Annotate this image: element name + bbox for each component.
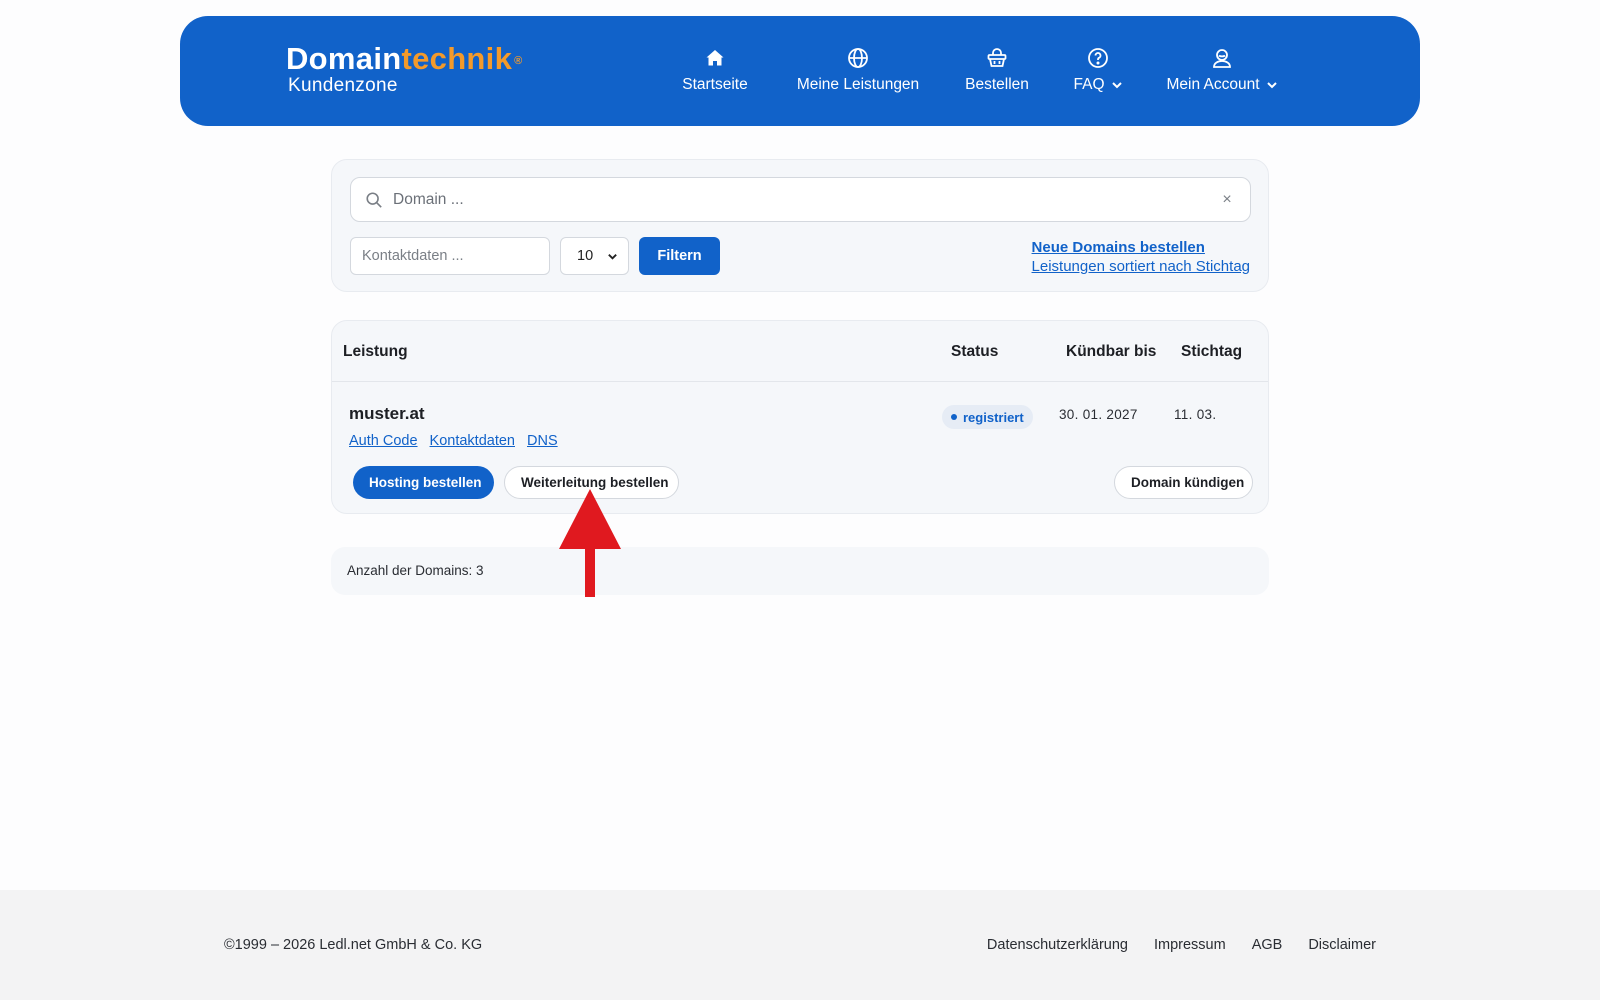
home-icon [706, 50, 724, 66]
nav-item-bestellen[interactable]: Bestellen [964, 46, 1030, 94]
clear-search-button[interactable]: × [1212, 191, 1242, 209]
dns-link[interactable]: DNS [527, 433, 558, 449]
privacy-link[interactable]: Datenschutzerklärung [987, 937, 1128, 953]
header-kuendbar-bis: Kündbar bis [1066, 343, 1157, 360]
chevron-down-icon [1111, 82, 1122, 89]
basket-icon [987, 48, 1007, 67]
terms-link[interactable]: AGB [1252, 937, 1283, 953]
page-size-select[interactable]: 10 [560, 237, 629, 275]
cancellable-until-date: 30. 01. 2027 [1059, 407, 1138, 422]
footer-links: Datenschutzerklärung Impressum AGB Discl… [987, 937, 1376, 953]
contact-data-link[interactable]: Kontaktdaten [430, 433, 515, 449]
copyright-text: ©1999 – 2026 Ledl.net GmbH & Co. KG [224, 937, 483, 953]
search-icon [366, 191, 382, 208]
order-hosting-button[interactable]: Hosting bestellen [353, 466, 494, 499]
main-nav: Startseite Meine Leistungen Bestellen FA… [180, 16, 1420, 126]
imprint-link[interactable]: Impressum [1154, 937, 1226, 953]
domain-count-text: Anzahl der Domains: 3 [347, 563, 484, 578]
status-text: registriert [963, 409, 1024, 425]
nav-item-faq[interactable]: FAQ [1074, 46, 1122, 94]
nav-label: Meine Leistungen [796, 76, 920, 93]
sorted-by-deadline-link[interactable]: Leistungen sortiert nach Stichtag [1032, 257, 1250, 276]
nav-label: FAQ [1073, 76, 1105, 93]
nav-item-startseite[interactable]: Startseite [680, 46, 750, 94]
new-domains-link[interactable]: Neue Domains bestellen [1032, 238, 1250, 257]
disclaimer-link[interactable]: Disclaimer [1308, 937, 1376, 953]
page-footer: ©1999 – 2026 Ledl.net GmbH & Co. KG Date… [0, 890, 1600, 1000]
nav-item-mein-account[interactable]: Mein Account [1166, 46, 1278, 94]
annotation-arrow-icon [559, 489, 621, 597]
chevron-down-icon [1266, 82, 1277, 89]
domain-count-bar: Anzahl der Domains: 3 [331, 547, 1269, 595]
filter-links: Neue Domains bestellen Leistungen sortie… [1032, 238, 1250, 276]
top-header: Domaintechnik ® Kundenzone Startseite Mei… [180, 16, 1420, 126]
auth-code-link[interactable]: Auth Code [349, 433, 418, 449]
deadline-date: 11. 03. [1174, 407, 1217, 422]
status-badge: registriert [942, 405, 1033, 429]
filter-button[interactable]: Filtern [639, 237, 720, 275]
domain-name: muster.at [349, 404, 425, 423]
table-row: muster.at Auth Code Kontaktdaten DNS reg… [332, 382, 1268, 513]
header-status: Status [951, 343, 999, 360]
nav-label: Bestellen [965, 76, 1029, 93]
chevron-down-icon [608, 253, 617, 260]
question-icon [1088, 48, 1108, 68]
domain-links: Auth Code Kontaktdaten DNS [349, 433, 558, 449]
domains-table: Leistung Status Kündbar bis Stichtag mus… [331, 320, 1269, 514]
header-stichtag: Stichtag [1181, 343, 1243, 360]
page-size-value: 10 [577, 248, 594, 264]
status-dot-icon [951, 414, 957, 420]
domain-search-input[interactable] [393, 190, 1212, 209]
cancel-domain-button[interactable]: Domain kündigen [1114, 466, 1253, 499]
contact-data-input[interactable] [350, 237, 550, 275]
domain-search-box: × [350, 177, 1251, 222]
nav-item-meine-leistungen[interactable]: Meine Leistungen [796, 46, 920, 94]
nav-label: Startseite [682, 76, 748, 93]
user-icon [1213, 49, 1231, 68]
table-header: Leistung Status Kündbar bis Stichtag [332, 321, 1268, 382]
globe-icon [848, 48, 868, 68]
nav-label: Mein Account [1166, 76, 1260, 93]
filter-panel: × 10 Filtern Neue Domains bestellen Leis… [331, 159, 1269, 292]
header-leistung: Leistung [343, 343, 408, 360]
